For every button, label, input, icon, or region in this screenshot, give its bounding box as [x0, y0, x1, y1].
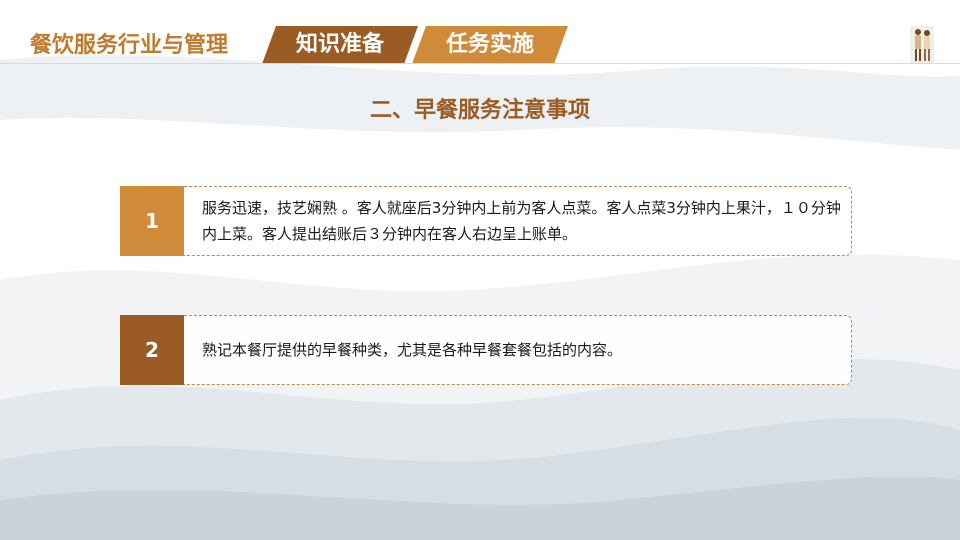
- list-item: 1 服务迅速，技艺娴熟 。客人就座后3分钟内上前为客人点菜。客人点菜3分钟内上果…: [120, 186, 852, 256]
- background-waves: [0, 55, 960, 540]
- item-number-badge: 2: [120, 315, 184, 385]
- figure-illustration-icon: [910, 26, 934, 64]
- header-bar: 餐饮服务行业与管理 知识准备 任务实施: [0, 0, 960, 66]
- course-title: 餐饮服务行业与管理: [30, 33, 229, 58]
- list-item: 2 熟记本餐厅提供的早餐种类，尤其是各种早餐套餐包括的内容。: [120, 315, 852, 385]
- header-divider: [0, 63, 960, 64]
- item-text: 服务迅速，技艺娴熟 。客人就座后3分钟内上前为客人点菜。客人点菜3分钟内上果汁，…: [202, 199, 841, 243]
- item-content-box: 熟记本餐厅提供的早餐种类，尤其是各种早餐套餐包括的内容。: [184, 315, 852, 385]
- item-text: 熟记本餐厅提供的早餐种类，尤其是各种早餐套餐包括的内容。: [202, 341, 623, 359]
- section-title: 二、早餐服务注意事项: [369, 98, 590, 123]
- tab-knowledge-prep[interactable]: 知识准备: [262, 26, 418, 64]
- item-content-box: 服务迅速，技艺娴熟 。客人就座后3分钟内上前为客人点菜。客人点菜3分钟内上果汁，…: [184, 186, 852, 256]
- tab-task-implementation[interactable]: 任务实施: [412, 26, 568, 64]
- item-number-badge: 1: [120, 186, 184, 256]
